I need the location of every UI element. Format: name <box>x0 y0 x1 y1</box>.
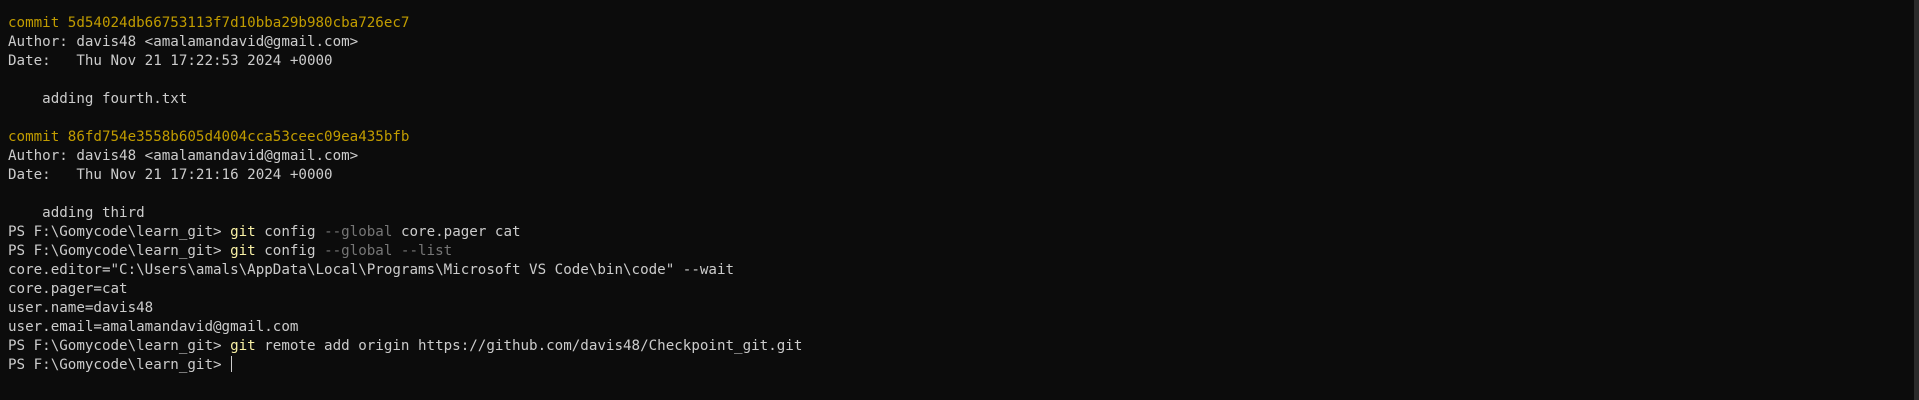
git-args: core.pager cat <box>392 224 521 240</box>
command-line-config-pager: PS F:\Gomycode\learn_git> git config --g… <box>8 223 1919 242</box>
git-flag: --global --list <box>324 243 453 259</box>
commit-message: adding third <box>8 205 145 221</box>
prompt: PS F:\Gomycode\learn_git> <box>8 357 231 373</box>
config-output-line: core.pager=cat <box>8 281 128 297</box>
terminal-window[interactable]: commit 5d54024db66753113f7d10bba29b980cb… <box>0 0 1919 400</box>
prompt: PS F:\Gomycode\learn_git> <box>8 338 231 354</box>
git-flag: --global <box>324 224 393 240</box>
git-command: git <box>230 243 256 259</box>
commit-date: Date: Thu Nov 21 17:21:16 2024 +0000 <box>8 167 333 183</box>
text-cursor[interactable] <box>231 356 233 372</box>
config-output-line: core.editor="C:\Users\amals\AppData\Loca… <box>8 262 735 278</box>
commit-line: commit 5d54024db66753113f7d10bba29b980cb… <box>8 15 410 31</box>
scrollbar[interactable] <box>1914 0 1919 400</box>
commit-author: Author: davis48 <amalamandavid@gmail.com… <box>8 34 359 50</box>
git-subcommand: config <box>255 243 325 259</box>
commit-date: Date: Thu Nov 21 17:22:53 2024 +0000 <box>8 53 333 69</box>
config-output-line: user.name=davis48 <box>8 300 154 316</box>
prompt: PS F:\Gomycode\learn_git> <box>8 243 231 259</box>
git-subcommand: config <box>255 224 325 240</box>
commit-author: Author: davis48 <amalamandavid@gmail.com… <box>8 148 359 164</box>
prompt: PS F:\Gomycode\learn_git> <box>8 224 231 240</box>
commit-line: commit 86fd754e3558b605d4004cca53ceec09e… <box>8 129 410 145</box>
command-line-remote-add: PS F:\Gomycode\learn_git> git remote add… <box>8 337 1919 356</box>
config-output-line: user.email=amalamandavid@gmail.com <box>8 319 299 335</box>
active-prompt-line[interactable]: PS F:\Gomycode\learn_git> <box>8 356 1919 375</box>
git-command: git <box>230 224 256 240</box>
git-args: remote add origin https://github.com/dav… <box>255 338 803 354</box>
command-line-config-list: PS F:\Gomycode\learn_git> git config --g… <box>8 242 1919 261</box>
commit-message: adding fourth.txt <box>8 91 188 107</box>
git-command: git <box>230 338 256 354</box>
